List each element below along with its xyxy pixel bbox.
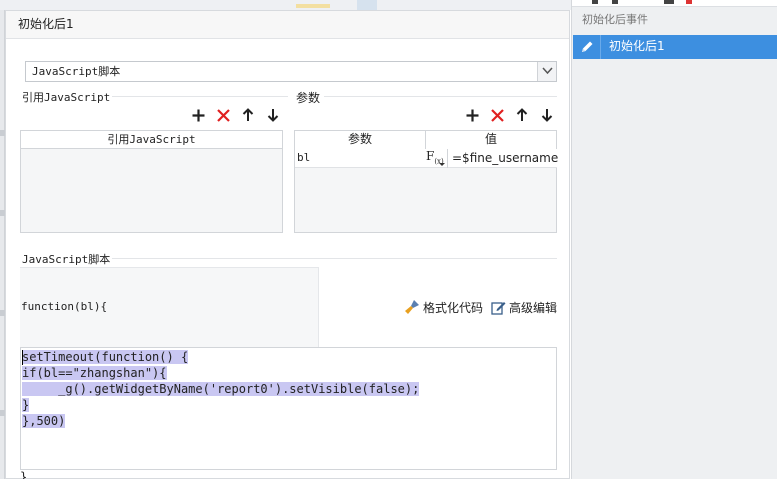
params-toolbar: [464, 106, 555, 124]
pencil-icon[interactable]: [573, 35, 601, 59]
params-section-label: 参数: [296, 91, 321, 105]
code-line-text: _g().getWidgetByName('report0').setVisib…: [22, 382, 420, 396]
code-line-text: },500): [22, 414, 66, 428]
params-column-value: 值: [426, 131, 556, 149]
ref-js-column-header: 引用JavaScript: [21, 131, 282, 149]
ref-js-section-label: 引用JavaScript: [22, 91, 111, 104]
format-code-label: 格式化代码: [423, 300, 484, 315]
delete-icon[interactable]: [489, 107, 505, 123]
event-list-item[interactable]: 初始化后1: [573, 35, 777, 59]
code-line: if(bl=="zhangshan"){: [22, 365, 167, 381]
code-line-text: setTimeout(function() {: [22, 350, 189, 364]
advanced-edit-label: 高级编辑: [509, 300, 558, 315]
event-editor-dialog: 初始化后1 JavaScript脚本 引用JavaScript 引用JavaSc…: [5, 10, 570, 479]
caret-down-icon: [439, 163, 445, 166]
arrow-down-icon[interactable]: [265, 107, 281, 123]
param-name-cell[interactable]: bl: [297, 149, 425, 168]
arrow-down-icon[interactable]: [539, 107, 555, 123]
event-list-panel: 初始化后事件 初始化后1: [571, 0, 777, 479]
text-cursor: [22, 350, 23, 365]
section-divider: [112, 96, 288, 97]
event-list-toolbar: [572, 0, 777, 7]
delete-icon[interactable]: [215, 107, 231, 123]
function-signature-box: function(bl){: [20, 267, 319, 347]
arrow-up-icon[interactable]: [514, 107, 530, 123]
add-icon[interactable]: [190, 107, 206, 123]
script-type-value: JavaScript脚本: [32, 65, 121, 78]
format-code-button[interactable]: 格式化代码: [404, 298, 483, 316]
event-list-header: 初始化后事件: [582, 13, 648, 26]
code-line: }: [22, 397, 30, 413]
dialog-title: 初始化后1: [6, 11, 569, 39]
params-table: 参数 值 bl F(x) =$fine_username: [294, 130, 558, 233]
function-signature: function(bl){: [21, 300, 108, 313]
section-divider: [112, 258, 557, 259]
chevron-down-icon[interactable]: [537, 62, 556, 81]
script-section-label: JavaScript脚本: [22, 253, 111, 266]
ref-js-toolbar: [190, 106, 281, 124]
advanced-edit-button[interactable]: 高级编辑: [491, 298, 557, 316]
code-line: _g().getWidgetByName('report0').setVisib…: [22, 381, 420, 397]
code-editor[interactable]: setTimeout(function() { if(bl=="zhangsha…: [20, 347, 557, 470]
code-line-text: }: [22, 398, 30, 412]
param-value-cell[interactable]: =$fine_username: [449, 149, 558, 168]
ref-js-table: 引用JavaScript: [20, 130, 283, 233]
brush-icon: [405, 300, 419, 314]
code-line-text: if(bl=="zhangshan"){: [22, 366, 167, 380]
background-tab-highlight: [296, 4, 330, 8]
formula-button[interactable]: F(x): [426, 149, 448, 168]
edit-icon: [491, 301, 506, 315]
background-tab: [357, 0, 377, 10]
closing-brace: }: [20, 470, 28, 479]
add-icon[interactable]: [464, 107, 480, 123]
table-row[interactable]: bl F(x) =$fine_username: [295, 149, 558, 168]
section-divider: [324, 96, 557, 97]
arrow-up-icon[interactable]: [240, 107, 256, 123]
script-type-select[interactable]: JavaScript脚本: [25, 61, 557, 82]
code-line: setTimeout(function() {: [22, 349, 189, 365]
code-line: },500): [22, 413, 66, 429]
params-column-name: 参数: [295, 131, 426, 149]
event-list-item-label: 初始化后1: [609, 39, 665, 53]
